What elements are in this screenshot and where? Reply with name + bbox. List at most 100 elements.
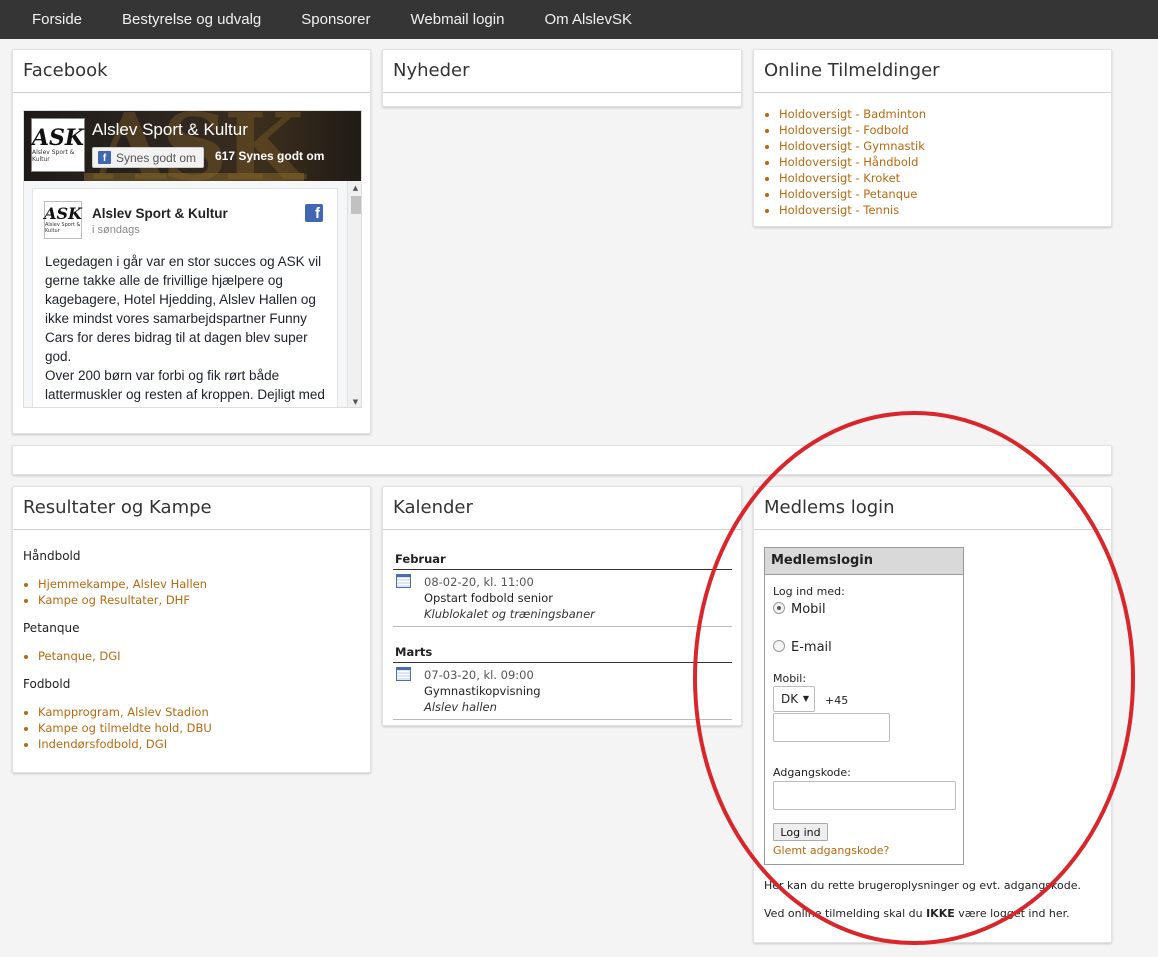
nav-webmail-login[interactable]: Webmail login bbox=[411, 11, 505, 28]
login-info-text: Her kan du rette brugeroplysninger og ev… bbox=[764, 879, 1081, 892]
calendar-list: Februar 08-02-20, kl. 11:00 Opstart fodb… bbox=[393, 548, 732, 720]
mobil-input[interactable] bbox=[773, 713, 890, 742]
list-item[interactable]: Holdoversigt - Håndbold bbox=[779, 154, 926, 170]
country-code: +45 bbox=[825, 694, 849, 707]
panel-title: Online Tilmeldinger bbox=[754, 50, 1111, 93]
result-link[interactable]: Kampe og Resultater, DHF bbox=[38, 593, 190, 607]
country-select[interactable]: DK ▼ bbox=[773, 686, 815, 712]
holdoversigt-link[interactable]: Holdoversigt - Petanque bbox=[779, 187, 917, 201]
list-item[interactable]: Indendørsfodbold, DGI bbox=[38, 736, 212, 752]
facebook-feed[interactable]: ASK Alslev Sport & Kultur Alslev Sport &… bbox=[24, 181, 361, 407]
facebook-widget: ASK ASK Alslev Sport & Kultur Alslev Spo… bbox=[23, 110, 362, 408]
info-suffix: være logget ind her. bbox=[954, 907, 1070, 920]
calendar-month: Marts bbox=[393, 641, 732, 663]
radio-email[interactable] bbox=[773, 640, 785, 652]
facebook-post: ASK Alslev Sport & Kultur Alslev Sport &… bbox=[32, 188, 338, 407]
fodbold-links: Kampprogram, Alslev Stadion Kampe og til… bbox=[13, 704, 212, 752]
country-select-value: DK bbox=[781, 692, 799, 706]
list-item[interactable]: Holdoversigt - Kroket bbox=[779, 170, 926, 186]
facebook-f-icon: f bbox=[98, 151, 111, 164]
calendar-event[interactable]: 08-02-20, kl. 11:00 Opstart fodbold seni… bbox=[393, 570, 732, 627]
nav-om-alslevsk[interactable]: Om AlslevSK bbox=[544, 11, 632, 28]
panel-title: Facebook bbox=[13, 50, 370, 93]
group-heading-handbold: Håndbold bbox=[23, 549, 81, 563]
post-author[interactable]: Alslev Sport & Kultur bbox=[92, 206, 228, 221]
empty-bar bbox=[12, 445, 1112, 475]
event-title[interactable]: Opstart fodbold senior bbox=[424, 591, 553, 605]
password-input[interactable] bbox=[773, 781, 956, 810]
password-label: Adgangskode: bbox=[773, 766, 851, 779]
event-date: 07-03-20, kl. 09:00 bbox=[424, 668, 534, 682]
result-link[interactable]: Hjemmekampe, Alslev Hallen bbox=[38, 577, 207, 591]
list-item[interactable]: Holdoversigt - Gymnastik bbox=[779, 138, 926, 154]
info-bold: IKKE bbox=[926, 907, 955, 920]
post-avatar[interactable]: ASK Alslev Sport & Kultur bbox=[44, 201, 82, 239]
calendar-icon bbox=[396, 667, 411, 681]
top-navigation: Forside Bestyrelse og udvalg Sponsorer W… bbox=[0, 0, 1158, 39]
nav-bestyrelse[interactable]: Bestyrelse og udvalg bbox=[122, 11, 261, 28]
list-item[interactable]: Holdoversigt - Fodbold bbox=[779, 122, 926, 138]
holdoversigt-link[interactable]: Holdoversigt - Fodbold bbox=[779, 123, 909, 137]
scroll-down-arrow-icon[interactable]: ▼ bbox=[348, 395, 361, 407]
login-form: Medlemslogin Log ind med: Mobil E-mail M… bbox=[764, 547, 964, 865]
scrollbar-thumb[interactable] bbox=[351, 196, 361, 214]
chevron-down-icon: ▼ bbox=[802, 694, 809, 703]
facebook-logo-icon[interactable]: f bbox=[305, 204, 323, 222]
petanque-links: Petanque, DGI bbox=[13, 648, 121, 664]
list-item[interactable]: Kampprogram, Alslev Stadion bbox=[38, 704, 212, 720]
panel-title: Resultater og Kampe bbox=[13, 487, 370, 530]
resultater-panel: Resultater og Kampe Håndbold Hjemmekampe… bbox=[12, 486, 371, 773]
radio-mobil-label[interactable]: Mobil bbox=[791, 602, 826, 617]
result-link[interactable]: Kampe og tilmeldte hold, DBU bbox=[38, 721, 212, 735]
kalender-panel: Kalender Februar 08-02-20, kl. 11:00 Ops… bbox=[382, 486, 742, 726]
result-link[interactable]: Kampprogram, Alslev Stadion bbox=[38, 705, 209, 719]
list-item[interactable]: Holdoversigt - Badminton bbox=[779, 106, 926, 122]
list-item[interactable]: Holdoversigt - Petanque bbox=[779, 186, 926, 202]
cover-stripe bbox=[84, 173, 304, 181]
panel-title: Nyheder bbox=[383, 50, 741, 93]
avatar-text: ASK bbox=[44, 204, 82, 223]
list-item[interactable]: Petanque, DGI bbox=[38, 648, 121, 664]
list-item[interactable]: Holdoversigt - Tennis bbox=[779, 202, 926, 218]
holdoversigt-link[interactable]: Holdoversigt - Badminton bbox=[779, 107, 926, 121]
list-item[interactable]: Kampe og tilmeldte hold, DBU bbox=[38, 720, 212, 736]
panel-title: Medlems login bbox=[754, 487, 1111, 530]
calendar-month: Februar bbox=[393, 548, 732, 570]
event-title[interactable]: Gymnastikopvisning bbox=[424, 684, 541, 698]
holdoversigt-link[interactable]: Holdoversigt - Kroket bbox=[779, 171, 900, 185]
log-ind-button[interactable]: Log ind bbox=[773, 823, 828, 841]
facebook-like-button[interactable]: f Synes godt om bbox=[92, 147, 205, 168]
calendar-event[interactable]: 07-03-20, kl. 09:00 Gymnastikopvisning A… bbox=[393, 663, 732, 720]
scroll-up-arrow-icon[interactable]: ▲ bbox=[348, 181, 361, 195]
result-link[interactable]: Indendørsfodbold, DGI bbox=[38, 737, 167, 751]
facebook-cover[interactable]: ASK ASK Alslev Sport & Kultur Alslev Spo… bbox=[24, 111, 361, 181]
facebook-panel: Facebook ASK ASK Alslev Sport & Kultur A… bbox=[12, 49, 371, 434]
mobil-label: Mobil: bbox=[773, 672, 807, 685]
holdoversigt-link[interactable]: Holdoversigt - Tennis bbox=[779, 203, 899, 217]
nav-forside[interactable]: Forside bbox=[32, 11, 82, 28]
tilmeldinger-panel: Online Tilmeldinger Holdoversigt - Badmi… bbox=[753, 49, 1112, 227]
panel-title: Kalender bbox=[383, 487, 741, 530]
calendar-icon bbox=[396, 574, 411, 588]
result-link[interactable]: Petanque, DGI bbox=[38, 649, 121, 663]
post-text: Legedagen i går var en stor succes og AS… bbox=[45, 254, 325, 407]
forgot-password-link[interactable]: Glemt adgangskode? bbox=[773, 844, 889, 857]
group-heading-petanque: Petanque bbox=[23, 621, 80, 635]
nav-sponsorer[interactable]: Sponsorer bbox=[301, 11, 370, 28]
event-date: 08-02-20, kl. 11:00 bbox=[424, 575, 534, 589]
avatar-subtext: Alslev Sport & Kultur bbox=[45, 222, 81, 234]
list-item[interactable]: Hjemmekampe, Alslev Hallen bbox=[38, 576, 207, 592]
list-item[interactable]: Kampe og Resultater, DHF bbox=[38, 592, 207, 608]
log-ind-med-label: Log ind med: bbox=[773, 585, 845, 598]
feed-scrollbar[interactable]: ▲ ▼ bbox=[347, 181, 361, 407]
radio-email-label[interactable]: E-mail bbox=[791, 640, 832, 655]
post-time[interactable]: i søndags bbox=[92, 224, 140, 236]
holdoversigt-link[interactable]: Holdoversigt - Gymnastik bbox=[779, 139, 925, 153]
radio-mobil[interactable] bbox=[773, 602, 785, 614]
event-place: Alslev hallen bbox=[424, 700, 497, 714]
login-box-title: Medlemslogin bbox=[765, 548, 963, 575]
facebook-page-name[interactable]: Alslev Sport & Kultur bbox=[92, 120, 248, 140]
holdoversigt-link[interactable]: Holdoversigt - Håndbold bbox=[779, 155, 918, 169]
page-logo[interactable]: ASK Alslev Sport & Kultur bbox=[31, 118, 85, 172]
group-heading-fodbold: Fodbold bbox=[23, 677, 71, 691]
